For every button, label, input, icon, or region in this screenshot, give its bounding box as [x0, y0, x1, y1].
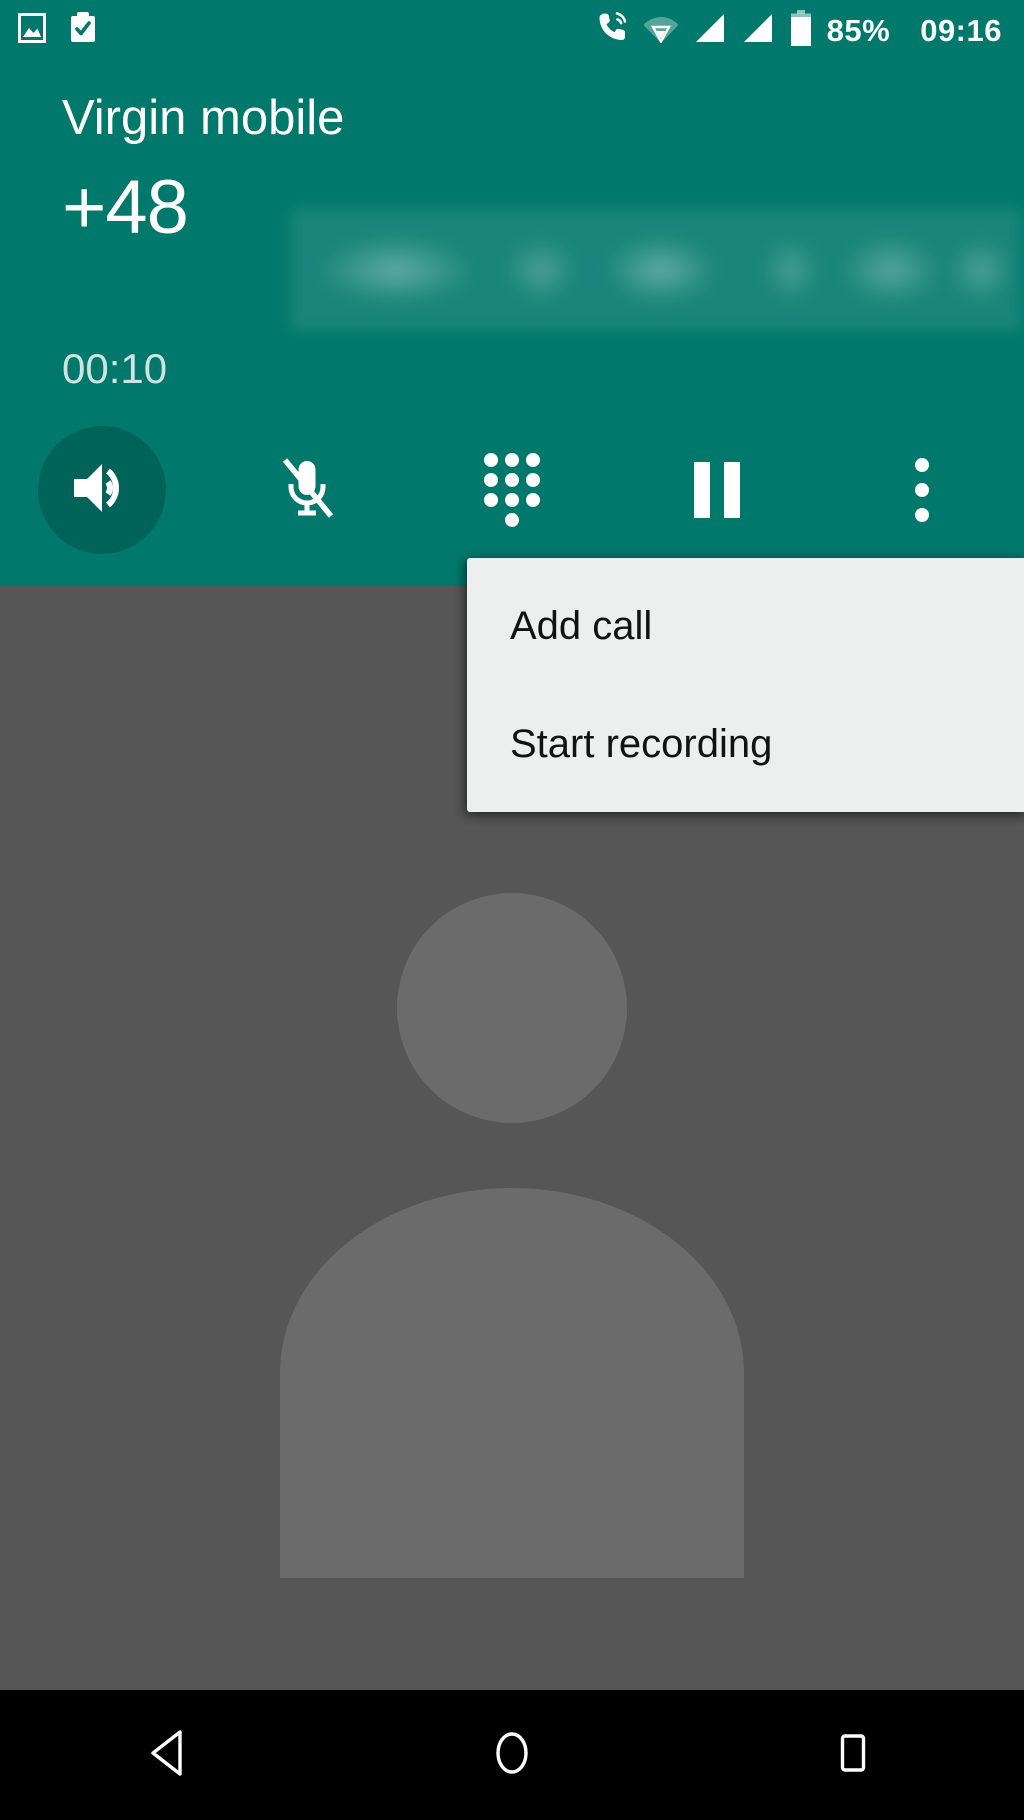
avatar-shoulders	[280, 1188, 744, 1578]
signal-sim2-icon	[741, 12, 775, 49]
hold-button[interactable]	[614, 425, 819, 555]
mute-button[interactable]	[205, 425, 410, 555]
status-bar[interactable]: 85% 09:16	[0, 0, 1024, 60]
overflow-button[interactable]	[819, 425, 1024, 555]
back-triangle-icon	[144, 1726, 198, 1785]
phone-number-redacted	[291, 208, 1021, 331]
call-info-panel: Virgin mobile +48 00:10	[0, 60, 1024, 586]
status-bar-clock: 09:16	[920, 12, 1002, 48]
speaker-icon	[70, 459, 134, 522]
menu-item-start-recording[interactable]: Start recording	[467, 708, 1024, 780]
avatar-head	[397, 893, 627, 1123]
menu-item-add-call[interactable]: Add call	[467, 590, 1024, 662]
dialpad-button[interactable]	[410, 425, 615, 555]
android-navigation-bar[interactable]	[0, 1690, 1024, 1820]
status-bar-right-icons: 85% 09:16	[595, 9, 1024, 51]
mic-off-icon	[276, 455, 338, 526]
phone-number-prefix: +48	[62, 165, 189, 250]
call-duration-timer: 00:10	[62, 345, 168, 392]
recents-square-icon	[826, 1726, 880, 1785]
battery-icon	[789, 9, 813, 51]
pause-icon	[693, 462, 740, 518]
home-circle-icon	[485, 1726, 539, 1785]
more-vert-icon	[914, 458, 929, 522]
overflow-menu-popup[interactable]: Add call Start recording	[467, 558, 1024, 812]
battery-percent-label: 85%	[826, 12, 891, 48]
signal-sim1-icon	[693, 12, 727, 49]
call-controls-row	[0, 425, 1024, 555]
status-bar-left-icons	[0, 11, 98, 49]
nav-home-button[interactable]	[412, 1690, 612, 1820]
carrier-label: Virgin mobile	[62, 91, 345, 145]
wifi-icon	[643, 13, 679, 48]
screenshot-image-icon	[18, 12, 46, 48]
work-profile-clipboard-check-icon	[68, 11, 98, 49]
phone-in-call-icon	[595, 11, 629, 50]
nav-back-button[interactable]	[71, 1690, 271, 1820]
dialpad-icon	[483, 453, 540, 527]
nav-recents-button[interactable]	[753, 1690, 953, 1820]
speaker-button[interactable]	[0, 425, 205, 555]
